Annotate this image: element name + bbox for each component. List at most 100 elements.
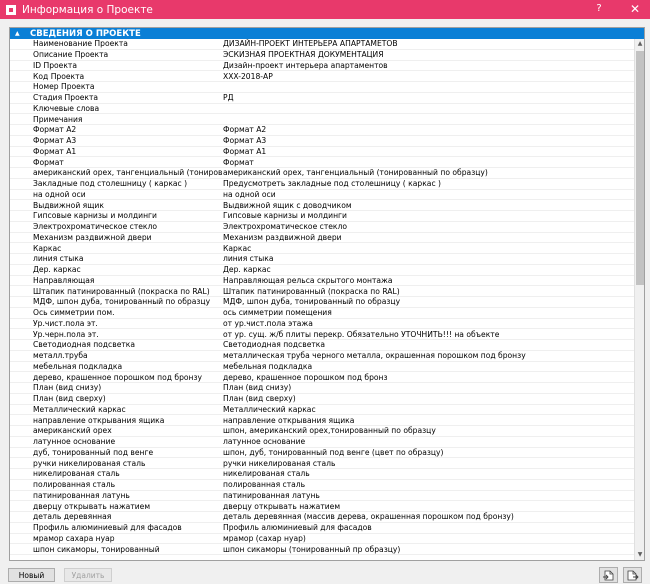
property-row[interactable]: шпон сикаморы, тонированный шпон сикаморы… — [10, 544, 634, 555]
property-value[interactable]: ЭСКИЗНАЯ ПРОЕКТНАЯ ДОКУМЕНТАЦИЯ — [223, 50, 634, 59]
property-value[interactable]: на одной оси — [223, 190, 634, 199]
property-row[interactable]: латунное основание латунное основание — [10, 437, 634, 448]
property-row[interactable]: дерево, крашенное порошком под бронзу дер… — [10, 372, 634, 383]
property-row[interactable]: ID Проекта Дизайн-проект интерьера апарта… — [10, 61, 634, 72]
property-row[interactable]: План (вид сверху) План (вид сверху) — [10, 394, 634, 405]
property-row[interactable]: Код Проекта XXX-2018-АР — [10, 71, 634, 82]
property-row[interactable]: Закладные под столешницу ( каркас ) Преду… — [10, 179, 634, 190]
property-value[interactable]: латунное основание — [223, 437, 634, 446]
property-row[interactable]: Выдвижной ящик Выдвижной ящик с доводчико… — [10, 200, 634, 211]
property-value[interactable]: никелированая сталь — [223, 469, 634, 478]
property-value[interactable]: План (вид снизу) — [223, 383, 634, 392]
property-row[interactable]: Наименование Проекта ДИЗАЙН-ПРОЕКТ ИНТЕРЬ… — [10, 39, 634, 50]
property-value[interactable]: Светодиодная подсветка — [223, 340, 634, 349]
property-value[interactable]: от ур.чист.пола этажа — [223, 319, 634, 328]
property-value[interactable]: направление открывания ящика — [223, 416, 634, 425]
property-row[interactable]: ручки никелированая сталь ручки никелиров… — [10, 458, 634, 469]
property-value[interactable]: патинированная латунь — [223, 491, 634, 500]
scrollbar-thumb[interactable] — [636, 51, 644, 285]
property-value[interactable]: ДИЗАЙН-ПРОЕКТ ИНТЕРЬЕРА АПАРТАМЕТОВ — [223, 39, 634, 48]
property-value[interactable]: шпон, американский орех,тонированный по … — [223, 426, 634, 435]
close-button[interactable]: ✕ — [628, 2, 642, 16]
property-row[interactable]: Направляющая Направляющая рельса скрытого… — [10, 276, 634, 287]
property-row[interactable]: Номер Проекта — [10, 82, 634, 93]
property-row[interactable]: Ключевые слова — [10, 104, 634, 115]
property-row[interactable]: Формат А2 Формат А2 — [10, 125, 634, 136]
property-value[interactable]: Направляющая рельса скрытого монтажа — [223, 276, 634, 285]
property-row[interactable]: Электрохроматическое стекло Электрохромат… — [10, 222, 634, 233]
property-row[interactable]: Механизм раздвижной двери Механизм раздви… — [10, 233, 634, 244]
property-value[interactable]: Выдвижной ящик с доводчиком — [223, 201, 634, 210]
property-row[interactable]: Профиль алюминиевый для фасадов Профиль а… — [10, 523, 634, 534]
property-row[interactable]: Описание Проекта ЭСКИЗНАЯ ПРОЕКТНАЯ ДОКУМ… — [10, 50, 634, 61]
property-row[interactable]: Ось симметрии пом. ось симметрии помещени… — [10, 308, 634, 319]
property-row[interactable]: МДФ, шпон дуба, тонированный по образцу М… — [10, 297, 634, 308]
property-row[interactable]: патинированная латунь патинированная лату… — [10, 491, 634, 502]
vertical-scrollbar[interactable]: ▲ ▼ — [634, 39, 644, 560]
property-row[interactable]: Формат Формат — [10, 157, 634, 168]
property-row[interactable]: американский орех, тангенциальный (тонир… — [10, 168, 634, 179]
property-row[interactable]: мебельная подкладка мебельная подкладка — [10, 362, 634, 373]
help-button[interactable]: ? — [592, 2, 606, 16]
property-row[interactable]: линия стыка линия стыка — [10, 254, 634, 265]
property-value[interactable]: План (вид сверху) — [223, 394, 634, 403]
property-value[interactable]: Формат — [223, 158, 634, 167]
property-row[interactable]: План (вид снизу) План (вид снизу) — [10, 383, 634, 394]
property-row[interactable]: Ур.чист.пола эт. от ур.чист.пола этажа — [10, 319, 634, 330]
property-value[interactable]: от ур. сущ. ж/б плиты перекр. Обязательн… — [223, 330, 634, 339]
property-value[interactable]: Предусмотреть закладные под столешницу (… — [223, 179, 634, 188]
property-row[interactable]: Стадия Проекта РД — [10, 93, 634, 104]
property-value[interactable]: Электрохроматическое стекло — [223, 222, 634, 231]
property-row[interactable]: мрамор сахара нуар мрамор (сахар нуар) — [10, 534, 634, 545]
property-value[interactable]: МДФ, шпон дуба, тонированный по образцу — [223, 297, 634, 306]
scroll-up-icon[interactable]: ▲ — [635, 39, 644, 49]
property-row[interactable]: Примечания — [10, 114, 634, 125]
section-header[interactable]: ▲ СВЕДЕНИЯ О ПРОЕКТЕ — [10, 28, 644, 39]
property-row[interactable]: американский орех шпон, американский орех… — [10, 426, 634, 437]
collapse-triangle-icon[interactable]: ▲ — [15, 30, 27, 37]
export-button[interactable] — [623, 567, 642, 583]
property-row[interactable]: Ур.черн.пола эт. от ур. сущ. ж/б плиты пе… — [10, 329, 634, 340]
property-value[interactable]: металлическая труба черного металла, окр… — [223, 351, 634, 360]
property-value[interactable]: линия стыка — [223, 254, 634, 263]
new-button[interactable]: Новый — [8, 568, 55, 582]
property-row[interactable]: Формат А3 Формат А3 — [10, 136, 634, 147]
property-row[interactable]: Штапик патинированный (покраска по RAL) Ш… — [10, 286, 634, 297]
property-row[interactable]: металл.труба металлическая труба черного … — [10, 351, 634, 362]
property-value[interactable]: РД — [223, 93, 634, 102]
property-value[interactable]: шпон, дуб, тонированный под венге (цвет … — [223, 448, 634, 457]
property-row[interactable]: дверцу открывать нажатием дверцу открыват… — [10, 501, 634, 512]
property-value[interactable]: Дизайн-проект интерьера апартаментов — [223, 61, 634, 70]
property-value[interactable]: Гипсовые карнизы и молдинги — [223, 211, 634, 220]
property-value[interactable]: Формат А3 — [223, 136, 634, 145]
property-row[interactable]: Металлический каркас Металлический каркас — [10, 405, 634, 416]
import-button[interactable] — [599, 567, 618, 583]
property-row[interactable]: на одной оси на одной оси — [10, 190, 634, 201]
property-value[interactable]: американский орех, тангенциальный (тонир… — [223, 168, 634, 177]
property-row[interactable]: никелированая сталь никелированая сталь — [10, 469, 634, 480]
property-row[interactable]: Каркас Каркас — [10, 243, 634, 254]
property-value[interactable]: Формат А2 — [223, 125, 634, 134]
property-value[interactable]: шпон сикаморы (тонированный пр образцу) — [223, 545, 634, 554]
property-value[interactable]: Механизм раздвижной двери — [223, 233, 634, 242]
property-row[interactable]: Гипсовые карнизы и молдинги Гипсовые карн… — [10, 211, 634, 222]
property-value[interactable]: XXX-2018-АР — [223, 72, 634, 81]
property-row[interactable]: Дер. каркас Дер. каркас — [10, 265, 634, 276]
property-value[interactable]: ручки никелированая сталь — [223, 459, 634, 468]
property-row[interactable]: полированная сталь полированная сталь — [10, 480, 634, 491]
property-value[interactable]: Металлический каркас — [223, 405, 634, 414]
property-value[interactable]: Профиль алюминиевый для фасадов — [223, 523, 634, 532]
property-row[interactable]: деталь деревянная деталь деревянная (масс… — [10, 512, 634, 523]
property-value[interactable]: полированная сталь — [223, 480, 634, 489]
property-value[interactable]: деталь деревянная (массив дерева, окраше… — [223, 512, 634, 521]
property-value[interactable]: Штапик патинированный (покраска по RAL) — [223, 287, 634, 296]
property-value[interactable]: мрамор (сахар нуар) — [223, 534, 634, 543]
property-value[interactable]: дерево, крашенное порошком под бронз — [223, 373, 634, 382]
property-value[interactable]: Дер. каркас — [223, 265, 634, 274]
delete-button[interactable]: Удалить — [64, 568, 112, 582]
property-row[interactable]: дуб, тонированный под венге шпон, дуб, то… — [10, 448, 634, 459]
property-value[interactable]: Формат А1 — [223, 147, 634, 156]
property-value[interactable]: Каркас — [223, 244, 634, 253]
property-row[interactable]: Формат А1 Формат А1 — [10, 147, 634, 158]
property-value[interactable]: дверцу открывать нажатием — [223, 502, 634, 511]
